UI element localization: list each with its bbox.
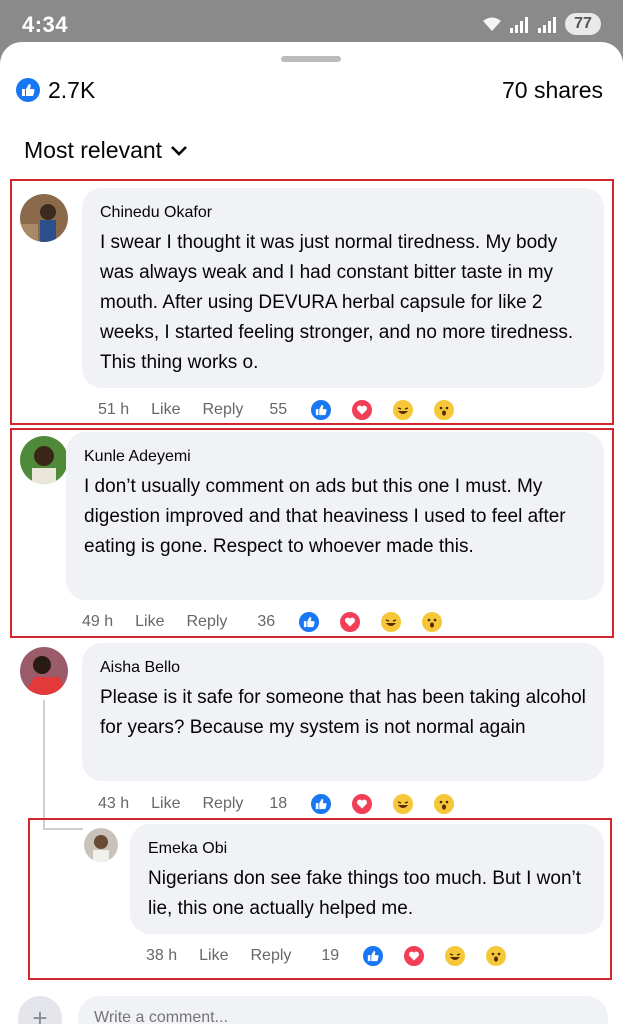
- comment-actions: 38 h Like Reply 19: [146, 944, 530, 968]
- comment-bubble[interactable]: Emeka Obi Nigerians don see fake things …: [130, 824, 604, 934]
- comment-bubble[interactable]: Kunle Adeyemi I don’t usually comment on…: [66, 432, 604, 600]
- haha-reaction-icon: [391, 398, 416, 422]
- comment-time: 49 h: [82, 613, 114, 630]
- likes-summary[interactable]: 2.7K: [16, 77, 95, 104]
- comment-time: 38 h: [146, 947, 178, 964]
- comment-input[interactable]: [78, 996, 608, 1024]
- shares-count[interactable]: 70 shares: [502, 77, 603, 104]
- like-button[interactable]: Like: [151, 401, 180, 419]
- wow-reaction-icon: [420, 610, 445, 634]
- comment-actions: 49 h Like Reply 36: [82, 610, 466, 634]
- wow-reaction-icon: [432, 792, 457, 816]
- battery-indicator: 77: [565, 13, 601, 35]
- avatar[interactable]: [84, 828, 118, 862]
- reaction-count: 36: [257, 613, 276, 630]
- signal-icon: [510, 17, 528, 33]
- reply-button[interactable]: Reply: [187, 613, 228, 631]
- like-reaction-icon: [309, 792, 334, 816]
- avatar[interactable]: [20, 194, 68, 242]
- comment-text: I don’t usually comment on ads but this …: [84, 476, 566, 557]
- reaction-summary[interactable]: 19: [321, 944, 530, 968]
- comment-author[interactable]: Kunle Adeyemi: [84, 448, 586, 466]
- wow-reaction-icon: [484, 944, 509, 968]
- reaction-summary[interactable]: 36: [257, 610, 466, 634]
- comment-time: 43 h: [98, 795, 130, 812]
- love-reaction-icon: [350, 398, 375, 422]
- like-reaction-icon: [361, 944, 386, 968]
- reactions-header: 2.7K 70 shares: [16, 74, 603, 106]
- love-reaction-icon: [350, 792, 375, 816]
- like-button[interactable]: Like: [135, 613, 164, 631]
- comment-bubble[interactable]: Aisha Bello Please is it safe for someon…: [82, 643, 604, 781]
- comment-bubble[interactable]: Chinedu Okafor I swear I thought it was …: [82, 188, 604, 388]
- love-reaction-icon: [402, 944, 427, 968]
- reaction-summary[interactable]: 55: [269, 398, 478, 422]
- like-button[interactable]: Like: [151, 795, 180, 813]
- status-icons: 77: [481, 13, 601, 35]
- love-reaction-icon: [338, 610, 363, 634]
- comment-author[interactable]: Chinedu Okafor: [100, 204, 586, 222]
- comment-text: I swear I thought it was just normal tir…: [100, 232, 574, 373]
- reply-button[interactable]: Reply: [203, 401, 244, 419]
- sort-label: Most relevant: [24, 137, 163, 163]
- comment-actions: 43 h Like Reply 18: [98, 792, 478, 816]
- comment-author[interactable]: Emeka Obi: [148, 840, 586, 858]
- like-reaction-icon: [309, 398, 334, 422]
- status-time: 4:34: [22, 12, 69, 37]
- comment-text: Please is it safe for someone that has b…: [100, 687, 586, 738]
- signal-icon-2: [538, 17, 556, 33]
- sort-dropdown[interactable]: Most relevant: [24, 137, 188, 164]
- thread-line: [43, 700, 45, 830]
- haha-reaction-icon: [443, 944, 468, 968]
- drag-handle[interactable]: [281, 56, 341, 62]
- comment-actions: 51 h Like Reply 55: [98, 398, 478, 422]
- comment-text: Nigerians don see fake things too much. …: [148, 868, 582, 919]
- like-button[interactable]: Like: [199, 947, 228, 965]
- comment-author[interactable]: Aisha Bello: [100, 659, 586, 677]
- comment-time: 51 h: [98, 401, 130, 418]
- reaction-count: 55: [269, 401, 288, 418]
- avatar[interactable]: [20, 436, 68, 484]
- wifi-icon: [483, 17, 501, 31]
- likes-count: 2.7K: [48, 76, 96, 103]
- reaction-summary[interactable]: 18: [269, 792, 478, 816]
- like-icon: [16, 78, 40, 102]
- chevron-down-icon: [171, 145, 187, 156]
- reply-button[interactable]: Reply: [203, 795, 244, 813]
- like-reaction-icon: [297, 610, 322, 634]
- wow-reaction-icon: [432, 398, 457, 422]
- plus-icon: +: [32, 1002, 48, 1024]
- haha-reaction-icon: [379, 610, 404, 634]
- reply-button[interactable]: Reply: [251, 947, 292, 965]
- reaction-count: 19: [321, 947, 340, 964]
- avatar[interactable]: [20, 647, 68, 695]
- haha-reaction-icon: [391, 792, 416, 816]
- reaction-count: 18: [269, 795, 288, 812]
